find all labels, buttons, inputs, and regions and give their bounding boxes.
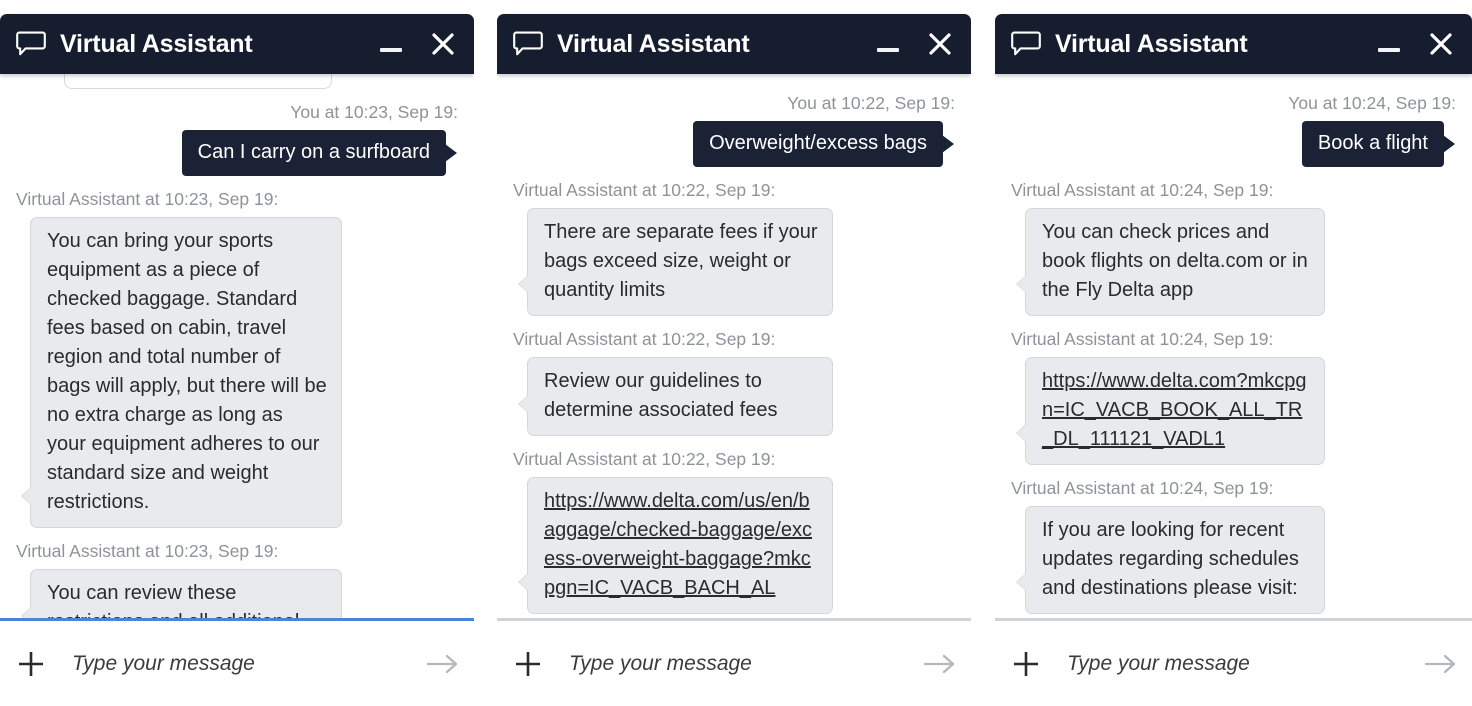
user-message-bubble: Can I carry on a surfboard (181, 130, 458, 177)
window-title: Virtual Assistant (60, 29, 253, 58)
message-meta: You at 10:24, Sep 19: (1288, 93, 1456, 113)
speech-bubble-icon (1011, 31, 1041, 56)
arrow-right-icon[interactable] (1424, 653, 1458, 675)
minimize-button[interactable] (374, 27, 408, 61)
chat-window-book-flight: Virtual Assistant You at 10:24, Sep 19: … (995, 0, 1472, 706)
close-icon (1430, 33, 1452, 55)
message-row: You can review these restrictions and al… (16, 569, 458, 618)
close-button[interactable] (426, 27, 460, 61)
message-meta: You at 10:22, Sep 19: (787, 93, 955, 113)
speech-bubble-icon (513, 31, 543, 56)
window-title: Virtual Assistant (557, 29, 750, 58)
titlebar: Virtual Assistant (0, 14, 474, 74)
message-scroll-area[interactable]: You at 10:22, Sep 19: Overweight/excess … (497, 74, 971, 618)
composer-bar[interactable]: Type your message (995, 618, 1472, 706)
minimize-button[interactable] (1372, 27, 1406, 61)
message-meta: Virtual Assistant at 10:24, Sep 19: (1011, 478, 1274, 499)
assistant-message-bubble: Review our guidelines to determine assoc… (527, 357, 833, 437)
close-button[interactable] (923, 27, 957, 61)
close-icon (929, 33, 951, 55)
message-row: https://www.delta.com?mkcpgn=IC_VACB_BOO… (1011, 357, 1456, 466)
arrow-right-icon[interactable] (426, 653, 460, 675)
message-scroll-area[interactable]: You at 10:23, Sep 19: Can I carry on a s… (0, 74, 474, 618)
message-meta: Virtual Assistant at 10:23, Sep 19: (16, 189, 279, 210)
assistant-link-bubble[interactable]: https://www.delta.com?mkcpgn=IC_VACB_BOO… (1025, 357, 1325, 466)
message-meta: Virtual Assistant at 10:22, Sep 19: (513, 329, 776, 350)
titlebar: Virtual Assistant (497, 14, 971, 74)
link-url[interactable]: https://www.delta.com?mkcpgn=IC_VACB_BOO… (1042, 367, 1310, 454)
user-message-bubble: Overweight/excess bags (693, 121, 954, 168)
message-row: https://www.delta.com/us/en/baggage/chec… (513, 477, 955, 615)
chat-window-overweight: Virtual Assistant You at 10:22, Sep 19: … (497, 0, 971, 706)
plus-icon[interactable] (16, 649, 46, 679)
message-meta: Virtual Assistant at 10:22, Sep 19: (513, 180, 776, 201)
assistant-message-bubble: If you are looking for recent updates re… (1025, 506, 1325, 615)
message-row: If you are looking for recent updates re… (1011, 506, 1456, 615)
message-meta: Virtual Assistant at 10:24, Sep 19: (1011, 180, 1274, 201)
assistant-message-bubble: You can review these restrictions and al… (30, 569, 342, 618)
close-icon (432, 33, 454, 55)
assistant-message-bubble: You can bring your sports equipment as a… (30, 217, 342, 529)
minimize-icon (380, 48, 402, 52)
minimize-icon (877, 48, 899, 52)
assistant-link-bubble[interactable]: https://www.delta.com/us/en/baggage/chec… (527, 477, 833, 615)
window-title: Virtual Assistant (1055, 29, 1248, 58)
message-row: Review our guidelines to determine assoc… (513, 357, 955, 437)
arrow-right-icon[interactable] (923, 653, 957, 675)
minimize-icon (1378, 48, 1400, 52)
message-row: You can check prices and book flights on… (1011, 208, 1456, 317)
message-row: You can bring your sports equipment as a… (16, 217, 458, 529)
assistant-message-bubble: You can check prices and book flights on… (1025, 208, 1325, 317)
assistant-message-bubble: There are separate fees if your bags exc… (527, 208, 833, 317)
minimize-button[interactable] (871, 27, 905, 61)
titlebar: Virtual Assistant (995, 14, 1472, 74)
message-input[interactable]: Type your message (46, 652, 426, 676)
message-row: There are separate fees if your bags exc… (513, 208, 955, 317)
message-row: Book a flight (1011, 121, 1456, 168)
composer-bar[interactable]: Type your message (497, 618, 971, 706)
composer-bar[interactable]: Type your message (0, 618, 474, 706)
message-row: Overweight/excess bags (513, 121, 955, 168)
chat-window-surfboard: Virtual Assistant You at 10:23, Sep 19: … (0, 0, 474, 706)
plus-icon[interactable] (513, 649, 543, 679)
user-message-bubble: Book a flight (1301, 121, 1456, 168)
message-meta: You at 10:23, Sep 19: (290, 102, 458, 122)
message-meta: Virtual Assistant at 10:23, Sep 19: (16, 541, 279, 562)
plus-icon[interactable] (1011, 649, 1041, 679)
message-row: Can I carry on a surfboard (16, 130, 458, 177)
clipped-previous-bubble (64, 74, 332, 89)
message-input[interactable]: Type your message (1041, 652, 1424, 676)
close-button[interactable] (1424, 27, 1458, 61)
message-meta: Virtual Assistant at 10:22, Sep 19: (513, 449, 776, 470)
screenshot-stage: Virtual Assistant You at 10:23, Sep 19: … (0, 0, 1472, 706)
message-meta: Virtual Assistant at 10:24, Sep 19: (1011, 329, 1274, 350)
message-input[interactable]: Type your message (543, 652, 923, 676)
link-url[interactable]: https://www.delta.com/us/en/baggage/chec… (544, 487, 818, 603)
speech-bubble-icon (16, 31, 46, 56)
message-scroll-area[interactable]: You at 10:24, Sep 19: Book a flight Virt… (995, 74, 1472, 618)
